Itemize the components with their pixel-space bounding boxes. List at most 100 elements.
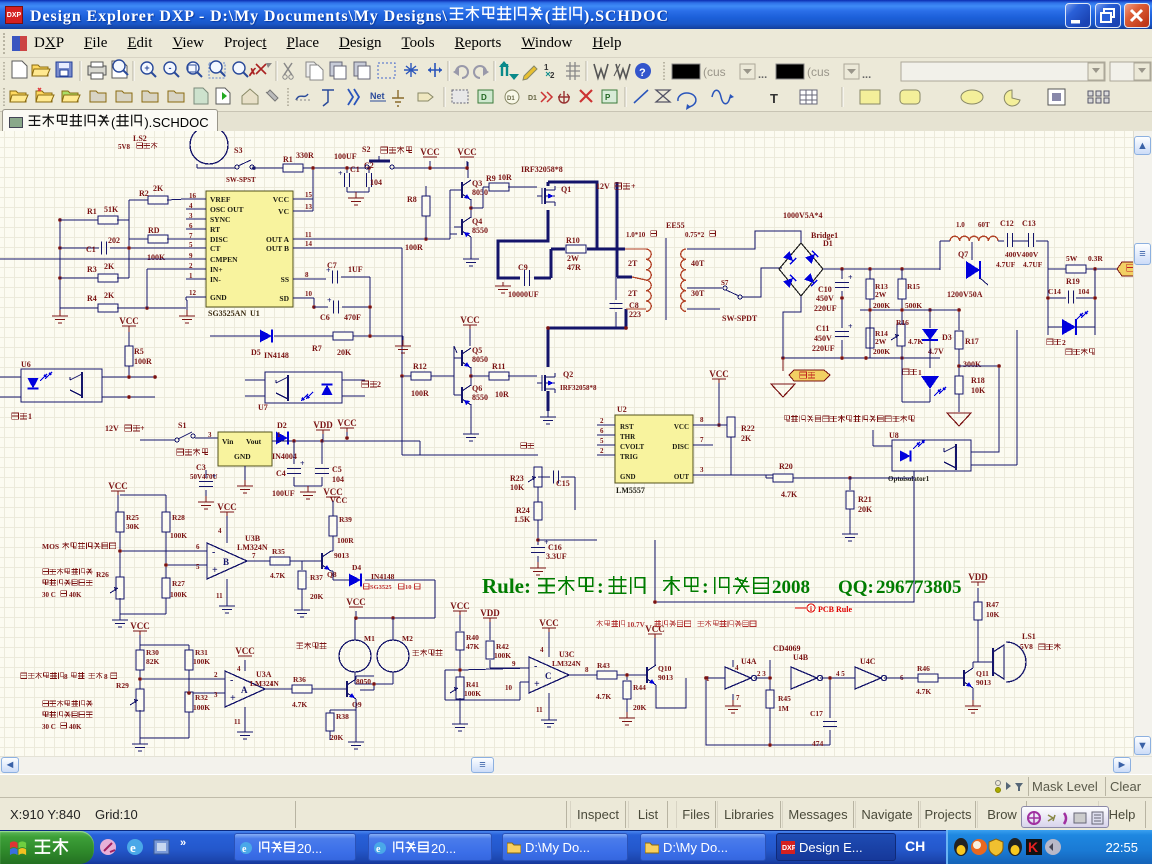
svg-text:8: 8 [64,673,68,681]
svg-text:SG3525: SG3525 [370,584,392,591]
svg-text:U4A: U4A [741,657,757,666]
svg-text:7: 7 [252,552,256,560]
svg-text:10.7V: 10.7V [627,621,646,629]
svg-text:9013: 9013 [334,551,349,560]
svg-text:VCC: VCC [645,624,665,634]
svg-text:GND: GND [234,452,251,461]
svg-text:Q2: Q2 [563,370,573,379]
svg-text:»: » [180,837,186,849]
svg-text:10K: 10K [510,483,525,492]
svg-text:EE55: EE55 [666,221,685,230]
svg-text:8550: 8550 [472,226,488,235]
svg-text:A: A [241,685,248,695]
svg-text:R21: R21 [858,495,872,504]
svg-text:LM324N: LM324N [250,679,279,688]
svg-text:VCC: VCC [323,487,343,497]
svg-text:R28: R28 [172,513,185,522]
svg-text:D4: D4 [352,563,361,572]
svg-text:8050: 8050 [356,677,371,686]
svg-text:IN+: IN+ [210,265,223,274]
svg-text:51K: 51K [104,205,119,214]
svg-text:VCC: VCC [457,147,477,157]
svg-text:R7: R7 [312,344,322,353]
svg-text:11: 11 [536,706,543,714]
svg-text:100K: 100K [193,657,210,666]
svg-text:R36: R36 [293,675,306,684]
svg-text:1: 1 [277,431,281,439]
svg-text:-: - [169,63,172,73]
svg-text:R37: R37 [310,573,323,582]
svg-text:R16: R16 [896,318,909,327]
svg-text:VC: VC [278,207,289,216]
svg-text:2T: 2T [628,289,638,298]
svg-text:60T: 60T [978,221,990,229]
svg-text:IRF32058*8: IRF32058*8 [560,384,597,392]
svg-text:100R: 100R [134,357,152,366]
svg-text:500K: 500K [905,301,922,310]
svg-text:VREF: VREF [210,195,231,204]
svg-text:+: + [631,182,636,191]
svg-text:1.0: 1.0 [956,221,965,229]
svg-text:Q10: Q10 [658,664,672,673]
svg-text:100R: 100R [405,243,423,252]
svg-text:R29: R29 [116,681,129,690]
svg-text:R5: R5 [134,347,144,356]
svg-text:R43: R43 [597,661,610,670]
svg-text:7: 7 [700,436,704,444]
svg-text:8: 8 [700,416,704,424]
svg-text:OUT: OUT [674,473,690,481]
svg-text:R25: R25 [126,513,139,522]
svg-text:R47: R47 [986,600,999,609]
svg-text:R17: R17 [965,337,979,346]
svg-text:100K: 100K [170,590,187,599]
svg-text:6: 6 [196,543,200,551]
svg-text:R12: R12 [413,362,427,371]
svg-text:400V400V: 400V400V [1005,250,1039,259]
svg-text:i: i [810,605,812,613]
svg-text:CMPEN: CMPEN [210,255,238,264]
svg-text:+: + [327,296,332,305]
svg-text:10: 10 [305,290,313,298]
svg-text:2: 2 [377,380,381,389]
svg-text:R19: R19 [1066,277,1080,286]
svg-text:RST: RST [620,423,634,431]
svg-text:2: 2 [1062,338,1066,347]
svg-text:U8: U8 [889,431,899,440]
svg-text:2W: 2W [875,337,887,346]
svg-text:VCC: VCC [674,423,689,431]
svg-text:R31: R31 [195,648,208,657]
svg-text:VCC: VCC [217,502,237,512]
svg-text:2: 2 [600,417,604,425]
svg-text:2: 2 [600,447,604,455]
svg-text:C7: C7 [327,261,337,270]
svg-text:Vout: Vout [246,437,262,446]
svg-text:470F: 470F [344,313,361,322]
svg-text:+: + [212,472,217,481]
svg-text:R40: R40 [466,633,479,642]
svg-text:e: e [376,844,381,855]
svg-text:1: 1 [270,680,274,688]
svg-text::: : [597,576,604,598]
svg-text:20K: 20K [310,592,324,601]
svg-text:47R: 47R [567,263,581,272]
svg-text:VCC: VCC [235,646,255,656]
svg-text:1UF: 1UF [348,265,363,274]
svg-text:...: ... [758,69,767,81]
svg-text:DISC: DISC [672,443,689,451]
svg-text:2K: 2K [741,434,752,443]
svg-text:4: 4 [189,202,193,210]
svg-text:T: T [770,91,778,106]
svg-text:14: 14 [305,240,313,248]
svg-text:Q11: Q11 [976,669,989,678]
svg-text:330R: 330R [296,151,314,160]
svg-text:GND: GND [210,293,227,302]
svg-text:VCC: VCC [119,316,139,326]
svg-text:R26: R26 [96,570,109,579]
svg-text:C15: C15 [556,479,570,488]
svg-text:100K: 100K [193,703,210,712]
svg-text:4: 4 [735,664,739,672]
svg-text:4.7K: 4.7K [908,337,923,346]
svg-text:8050: 8050 [472,355,488,364]
svg-text:IN4004: IN4004 [272,452,297,461]
svg-text:Q4: Q4 [472,217,482,226]
